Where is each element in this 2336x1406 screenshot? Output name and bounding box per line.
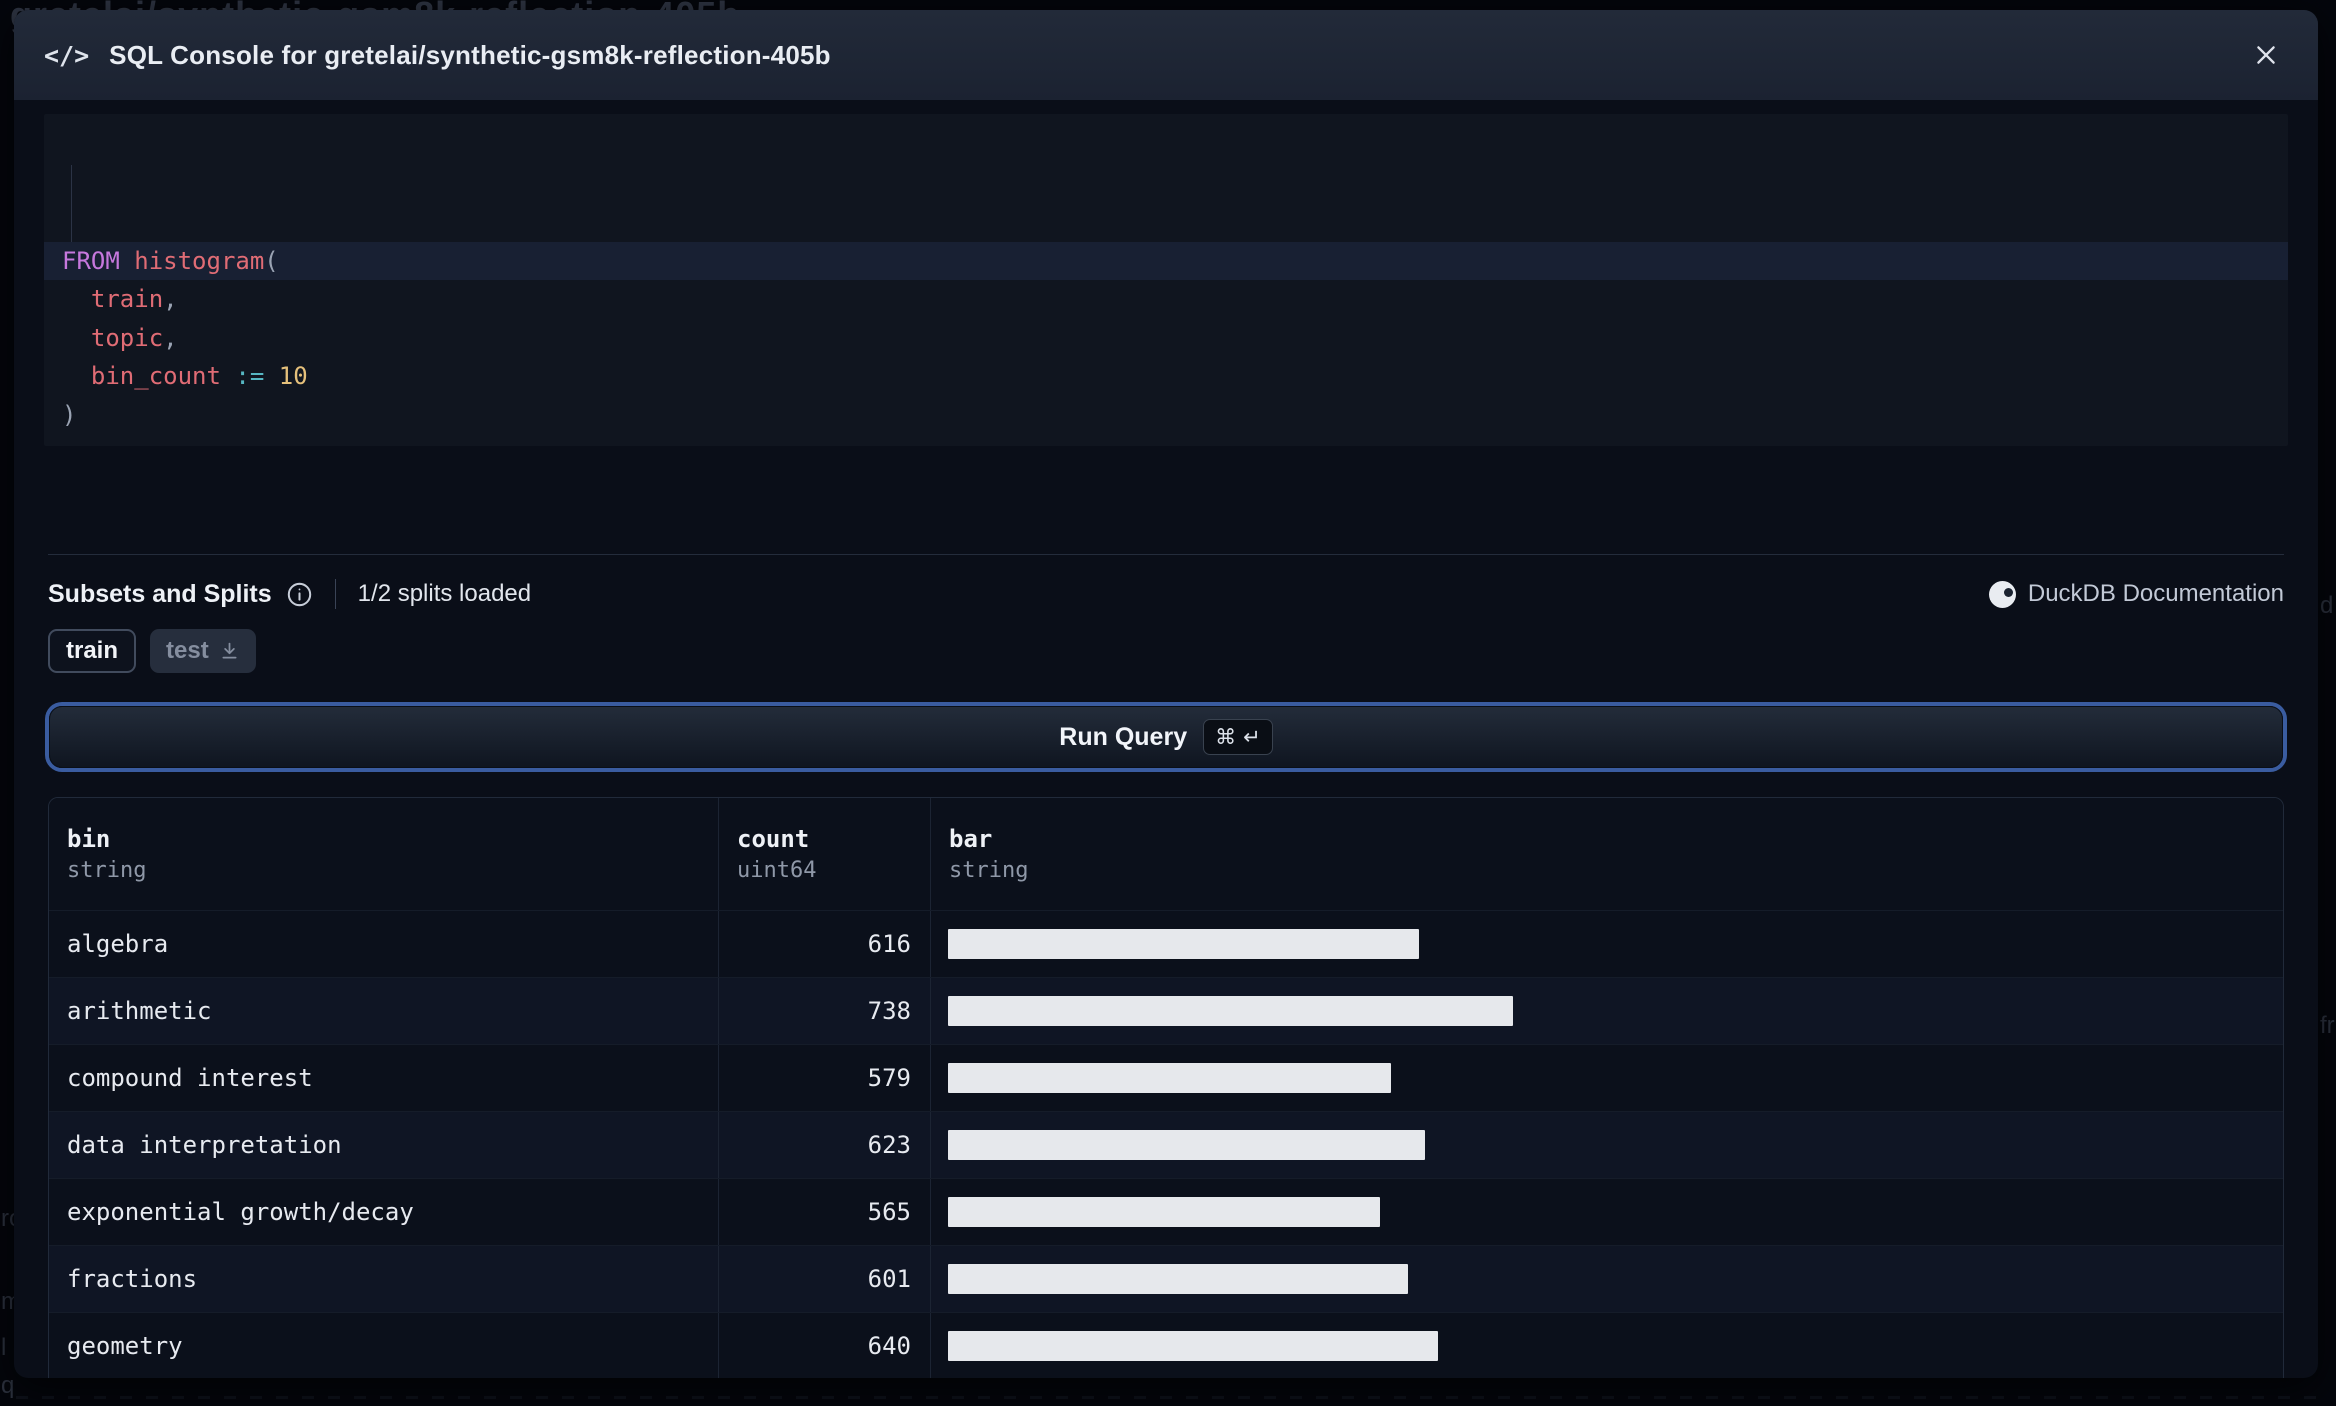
table-row: arithmetic 738 xyxy=(49,977,2283,1044)
table-row: geometry 640 xyxy=(49,1312,2283,1378)
table-row: algebra 616 xyxy=(49,910,2283,977)
split-pill-test[interactable]: test xyxy=(150,629,256,673)
split-pill-train[interactable]: train xyxy=(48,629,137,673)
cell-bin: algebra xyxy=(49,911,719,977)
cell-count: 579 xyxy=(719,1045,931,1111)
modal-header: </> SQL Console for gretelai/synthetic-g… xyxy=(14,10,2318,100)
background-text-fragment: q xyxy=(1,1372,15,1399)
background-text-fragment: d xyxy=(2320,592,2334,619)
sql-editor[interactable]: FROM histogram( train, topic, bin_count … xyxy=(44,114,2288,446)
table-row: data interpretation 623 xyxy=(49,1111,2283,1178)
download-icon xyxy=(219,641,240,662)
cell-bin: fractions xyxy=(49,1246,719,1312)
code-line: bin_count := 10 xyxy=(90,362,308,390)
table-row: fractions 601 xyxy=(49,1245,2283,1312)
histogram-bar xyxy=(948,929,1419,959)
histogram-bar xyxy=(948,1197,1380,1227)
table-row: compound interest 579 xyxy=(49,1044,2283,1111)
sql-console-modal: </> SQL Console for gretelai/synthetic-g… xyxy=(14,10,2318,1378)
column-type: uint64 xyxy=(737,858,817,883)
column-header-count[interactable]: count uint64 xyxy=(719,798,931,910)
histogram-bar xyxy=(948,1130,1425,1160)
cell-count: 565 xyxy=(719,1179,931,1245)
splits-status: 1/2 splits loaded xyxy=(357,580,532,607)
split-label: test xyxy=(166,637,209,664)
column-name: count xyxy=(737,825,810,853)
cell-bar xyxy=(931,1246,2283,1312)
return-icon: ↵ xyxy=(1243,725,1261,749)
code-line: train, xyxy=(90,285,178,313)
cell-bar xyxy=(931,1179,2283,1245)
column-type: string xyxy=(67,858,147,883)
histogram-bar xyxy=(948,1264,1408,1294)
cell-bin: geometry xyxy=(49,1313,719,1378)
background-text-fragment: l xyxy=(1,1334,7,1361)
column-name: bin xyxy=(67,825,111,853)
table-header-row: bin string count uint64 bar string xyxy=(49,798,2283,910)
info-icon[interactable] xyxy=(286,581,313,608)
column-header-bin[interactable]: bin string xyxy=(49,798,719,910)
histogram-bar xyxy=(948,1331,1438,1361)
subsets-heading: Subsets and Splits xyxy=(48,579,272,608)
results-panel: bin string count uint64 bar string algeb… xyxy=(48,797,2284,1378)
cell-count: 738 xyxy=(719,978,931,1044)
code-line: topic, xyxy=(90,323,178,352)
section-divider xyxy=(48,554,2284,555)
cell-bar xyxy=(931,1313,2283,1378)
cell-bin: data interpretation xyxy=(49,1112,719,1178)
cell-bar xyxy=(931,911,2283,977)
cell-bin: compound interest xyxy=(49,1045,719,1111)
histogram-bar xyxy=(948,996,1513,1026)
vertical-divider xyxy=(334,579,336,609)
cell-bar xyxy=(931,1112,2283,1178)
modal-title: SQL Console for gretelai/synthetic-gsm8k… xyxy=(109,39,831,70)
histogram-bar xyxy=(948,1063,1391,1093)
cell-count: 640 xyxy=(719,1313,931,1378)
code-icon: </> xyxy=(44,40,90,70)
cell-count: 623 xyxy=(719,1112,931,1178)
table-row: exponential growth/decay 565 xyxy=(49,1178,2283,1245)
keyboard-shortcut-badge: ⌘ ↵ xyxy=(1203,719,1273,755)
cell-bar xyxy=(931,978,2283,1044)
duckdb-docs-label: DuckDB Documentation xyxy=(2027,580,2284,607)
column-name: bar xyxy=(949,825,993,853)
cell-bin: exponential growth/decay xyxy=(49,1179,719,1245)
duckdb-icon xyxy=(1988,580,2016,608)
duckdb-docs-link[interactable]: DuckDB Documentation xyxy=(1988,580,2284,608)
command-icon: ⌘ xyxy=(1215,725,1237,749)
close-icon xyxy=(2253,42,2279,68)
split-label: train xyxy=(66,637,119,664)
column-header-bar[interactable]: bar string xyxy=(931,798,2283,910)
code-line: FROM histogram( xyxy=(44,241,2288,281)
background-text-fragment: fr xyxy=(2320,1012,2335,1039)
code-line: ) xyxy=(62,400,77,429)
cell-bin: arithmetic xyxy=(49,978,719,1044)
cell-count: 601 xyxy=(719,1246,931,1312)
column-type: string xyxy=(949,858,1029,883)
run-query-button[interactable]: Run Query ⌘ ↵ xyxy=(49,706,2283,768)
close-button[interactable] xyxy=(2244,33,2288,77)
cell-count: 616 xyxy=(719,911,931,977)
background-dotted-line xyxy=(16,1396,2320,1399)
cell-bar xyxy=(931,1045,2283,1111)
run-query-label: Run Query xyxy=(1059,722,1188,751)
